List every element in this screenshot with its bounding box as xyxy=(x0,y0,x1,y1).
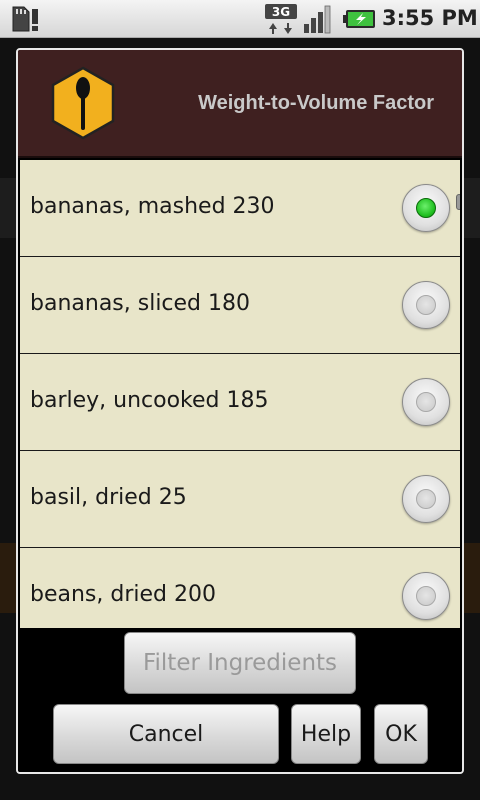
list-item[interactable]: barley, uncooked 185 xyxy=(20,354,460,451)
status-bar: 3G 3:55 PM xyxy=(0,0,480,38)
ok-button[interactable]: OK xyxy=(374,704,428,764)
3g-data-icon: 3G xyxy=(265,4,297,34)
list-item-label: beans, dried 200 xyxy=(30,582,216,607)
dialog-footer: Filter Ingredients Cancel Help OK xyxy=(18,628,462,772)
filter-ingredients-button[interactable]: Filter Ingredients xyxy=(124,632,356,694)
radio-button[interactable] xyxy=(402,281,450,329)
spoon-hexagon-icon xyxy=(51,66,115,140)
sd-card-icon xyxy=(12,6,30,32)
battery-charging-icon xyxy=(343,10,375,28)
radio-button[interactable] xyxy=(402,475,450,523)
list-item-label: bananas, mashed 230 xyxy=(30,194,275,219)
signal-icon xyxy=(304,5,331,34)
radio-indicator xyxy=(416,586,436,606)
list-item[interactable]: bananas, sliced 180 xyxy=(20,257,460,354)
dialog-header: Weight-to-Volume Factor xyxy=(18,50,462,158)
radio-button[interactable] xyxy=(402,572,450,620)
ingredient-list[interactable]: bananas, mashed 230 bananas, sliced 180 … xyxy=(20,160,460,628)
list-item-label: barley, uncooked 185 xyxy=(30,388,269,413)
radio-indicator xyxy=(416,392,436,412)
help-button[interactable]: Help xyxy=(291,704,361,764)
weight-to-volume-dialog: Weight-to-Volume Factor bananas, mashed … xyxy=(16,48,464,774)
list-item-label: basil, dried 25 xyxy=(30,485,187,510)
radio-button[interactable] xyxy=(402,378,450,426)
list-item[interactable]: beans, dried 200 xyxy=(20,548,460,628)
list-item-label: bananas, sliced 180 xyxy=(30,291,251,316)
radio-indicator xyxy=(416,198,436,218)
warning-icon xyxy=(32,9,38,31)
dialog-title: Weight-to-Volume Factor xyxy=(198,92,434,114)
scrollbar-thumb[interactable] xyxy=(456,194,460,210)
radio-indicator xyxy=(416,489,436,509)
radio-button[interactable] xyxy=(402,184,450,232)
radio-indicator xyxy=(416,295,436,315)
clock: 3:55 PM xyxy=(382,6,478,30)
svg-text:3G: 3G xyxy=(272,5,290,19)
list-item[interactable]: bananas, mashed 230 xyxy=(20,160,460,257)
list-item[interactable]: basil, dried 25 xyxy=(20,451,460,548)
cancel-button[interactable]: Cancel xyxy=(53,704,279,764)
